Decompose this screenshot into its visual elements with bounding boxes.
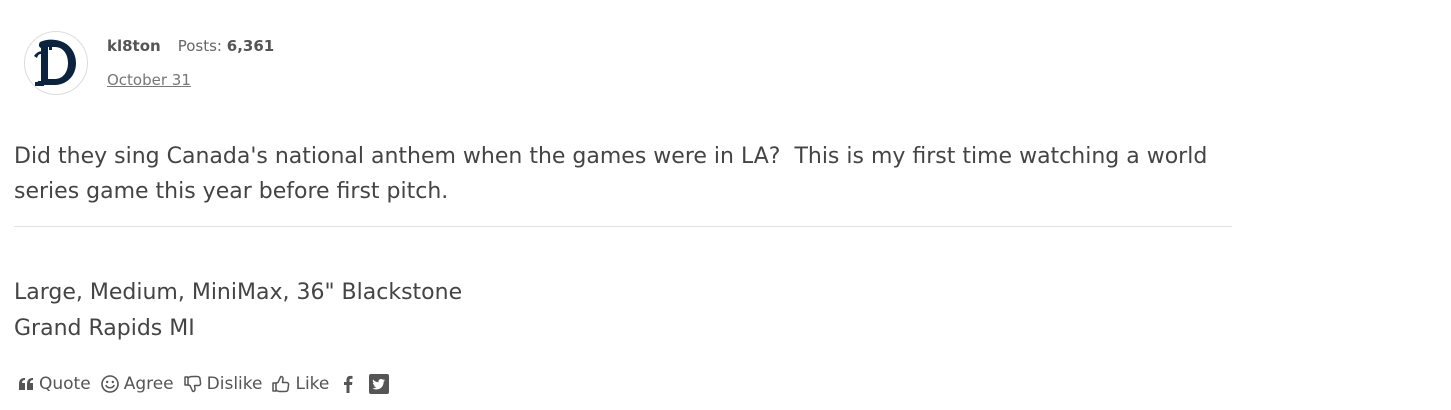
avatar[interactable] bbox=[24, 31, 88, 95]
agree-label: Agree bbox=[123, 374, 174, 394]
smile-icon bbox=[100, 375, 119, 393]
twitter-icon bbox=[369, 374, 390, 394]
signature-divider bbox=[14, 226, 1232, 227]
facebook-icon bbox=[344, 375, 353, 393]
quote-icon bbox=[19, 377, 33, 390]
post-date-link[interactable]: October 31 bbox=[107, 71, 191, 89]
facebook-share-button[interactable] bbox=[343, 375, 353, 393]
twitter-share-button[interactable] bbox=[369, 374, 390, 394]
thumbs-up-icon bbox=[272, 375, 290, 393]
thumbs-down-icon bbox=[183, 375, 201, 393]
user-signature: Large, Medium, MiniMax, 36" Blackstone G… bbox=[14, 275, 462, 347]
like-button[interactable]: Like bbox=[272, 374, 329, 394]
author-line: kl8ton Posts: 6,361 bbox=[107, 37, 274, 55]
posts-count: 6,361 bbox=[226, 37, 275, 55]
signature-line-2: Grand Rapids MI bbox=[14, 316, 195, 341]
agree-button[interactable]: Agree bbox=[100, 374, 174, 394]
reaction-bar: Quote Agree Dislike Like bbox=[19, 374, 401, 394]
like-label: Like bbox=[295, 374, 330, 394]
signature-line-1: Large, Medium, MiniMax, 36" Blackstone bbox=[14, 280, 463, 305]
posts-count-label: Posts: 6,361 bbox=[178, 37, 275, 55]
post-message: Did they sing Canada's national anthem w… bbox=[14, 144, 1215, 204]
forum-post: kl8ton Posts: 6,361 October 31 Did they … bbox=[0, 0, 1451, 410]
posts-label: Posts: bbox=[177, 37, 222, 55]
dislike-label: Dislike bbox=[206, 374, 263, 394]
detroit-tigers-d-icon bbox=[34, 39, 76, 86]
dislike-button[interactable]: Dislike bbox=[183, 374, 263, 394]
quote-button[interactable]: Quote bbox=[19, 374, 91, 394]
quote-label: Quote bbox=[39, 374, 91, 394]
username-link[interactable]: kl8ton bbox=[107, 37, 161, 55]
